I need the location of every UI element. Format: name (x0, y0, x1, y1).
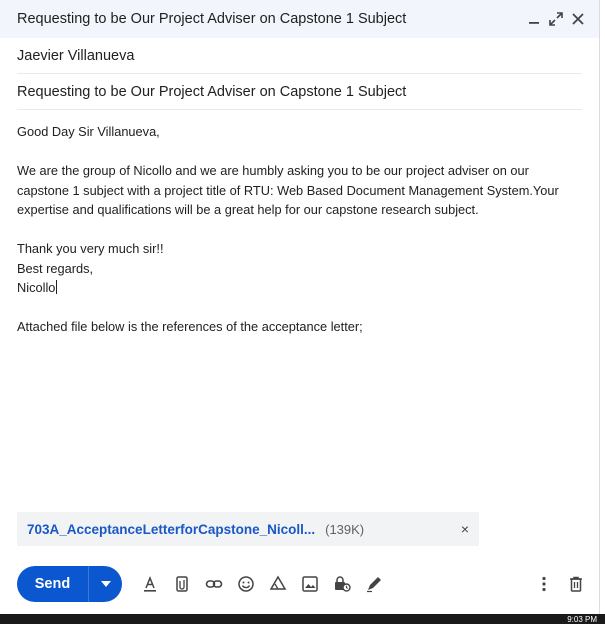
attachment-note: Attached file below is the references of… (17, 319, 363, 334)
schedule-send-dropdown[interactable] (89, 566, 122, 602)
attach-file-icon[interactable] (166, 568, 198, 600)
greeting-line: Good Day Sir Villanueva, (17, 124, 160, 139)
compose-title: Requesting to be Our Project Adviser on … (17, 11, 407, 27)
body-paragraph: We are the group of Nicollo and we are h… (17, 163, 559, 217)
drive-icon[interactable] (262, 568, 294, 600)
right-tools (528, 568, 592, 600)
message-body[interactable]: Good Day Sir Villanueva, We are the grou… (0, 110, 599, 478)
subject-field[interactable]: Requesting to be Our Project Adviser on … (17, 74, 582, 110)
signature-text: Nicollo (17, 280, 56, 295)
background-edge (600, 0, 605, 614)
send-button[interactable]: Send (17, 566, 89, 602)
taskbar-clock: 9:03 PM (567, 615, 597, 624)
window-controls (525, 10, 599, 28)
chevron-down-icon (100, 581, 111, 587)
text-caret (56, 280, 58, 294)
format-tools (134, 568, 390, 600)
subject-text: Requesting to be Our Project Adviser on … (17, 83, 407, 100)
recipient-name: Jaevier Villanueva (17, 47, 135, 64)
to-field[interactable]: Jaevier Villanueva (17, 38, 582, 74)
more-options-icon[interactable] (528, 568, 560, 600)
close-icon[interactable] (569, 10, 587, 28)
text-format-icon[interactable] (134, 568, 166, 600)
closing-line: Best regards, (17, 260, 94, 276)
taskbar: 9:03 PM (0, 614, 605, 624)
signature-icon[interactable] (358, 568, 390, 600)
attachment-size: (139K) (325, 521, 365, 537)
emoji-icon[interactable] (230, 568, 262, 600)
minimize-icon[interactable] (525, 10, 543, 28)
expand-icon[interactable] (547, 10, 565, 28)
attachment-name[interactable]: 703A_AcceptanceLetterforCapstone_Nicoll.… (27, 522, 315, 537)
thanks-line: Thank you very much sir!! (17, 241, 164, 256)
remove-attachment-button[interactable]: × (461, 521, 469, 537)
attachment-chip[interactable]: 703A_AcceptanceLetterforCapstone_Nicoll.… (17, 512, 479, 546)
compose-header: Requesting to be Our Project Adviser on … (0, 0, 599, 38)
compose-toolbar: Send (17, 566, 592, 602)
insert-photo-icon[interactable] (294, 568, 326, 600)
confidential-mode-icon[interactable] (326, 568, 358, 600)
compose-window: Requesting to be Our Project Adviser on … (0, 0, 600, 614)
signature-line: Nicollo (17, 278, 582, 298)
insert-link-icon[interactable] (198, 568, 230, 600)
trash-icon[interactable] (560, 568, 592, 600)
send-button-group: Send (17, 566, 122, 602)
